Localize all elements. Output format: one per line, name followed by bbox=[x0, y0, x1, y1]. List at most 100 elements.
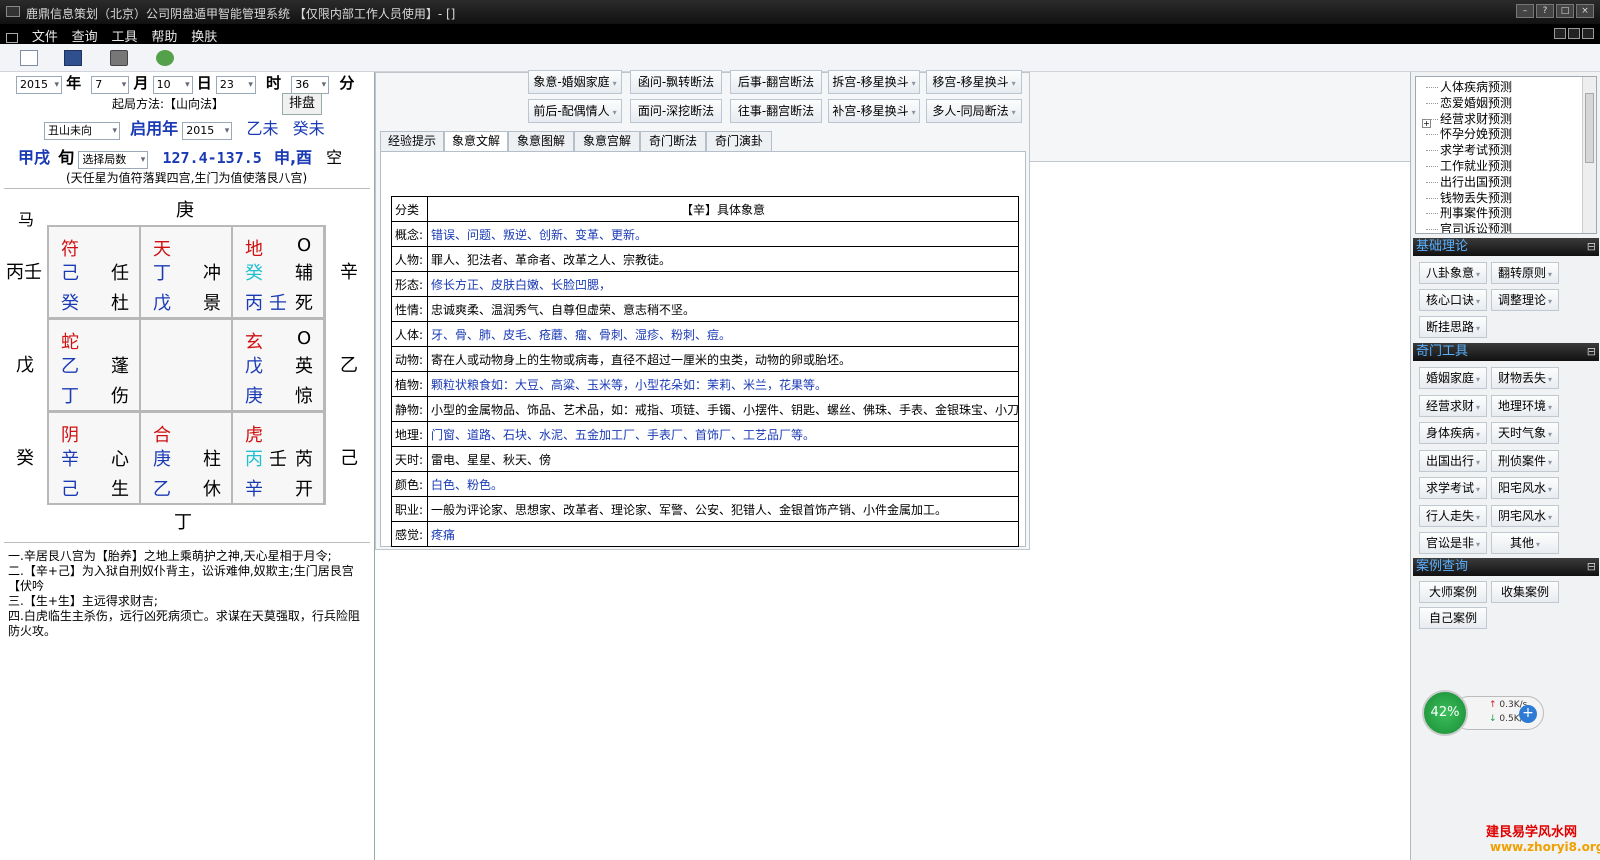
btn-core-formula[interactable]: 核心口诀 bbox=[1419, 289, 1487, 311]
btn-adjust-theory[interactable]: 调整理论 bbox=[1491, 289, 1559, 311]
palace-kun-2[interactable]: 地 O 癸 辅 丙 壬 死 bbox=[233, 227, 323, 317]
tree-item[interactable]: 求学考试预测 bbox=[1440, 142, 1512, 158]
arrange-button[interactable]: 排盘 bbox=[282, 93, 322, 115]
mdi-minimize-icon[interactable] bbox=[1554, 28, 1566, 39]
tool-button[interactable]: 行人走失 bbox=[1419, 504, 1487, 527]
btn-after-method[interactable]: 后事-翻宫断法 bbox=[730, 70, 822, 94]
tool-button[interactable]: 刑侦案件 bbox=[1491, 449, 1559, 472]
qiyong-year-select[interactable]: 2015 bbox=[182, 121, 233, 140]
tool-button[interactable]: 其他 bbox=[1491, 532, 1559, 554]
tab-qimen-hexagram[interactable]: 奇门演卦 bbox=[706, 131, 772, 151]
tree-item[interactable]: 人体疾病预测 bbox=[1440, 79, 1512, 95]
palace-center-5[interactable] bbox=[141, 320, 231, 410]
btn-fill-palace[interactable]: 补宫-移星换斗 bbox=[828, 99, 920, 123]
save-icon[interactable] bbox=[64, 50, 82, 66]
menu-file[interactable]: 文件 bbox=[32, 26, 58, 45]
boost-plus-icon[interactable]: + bbox=[1519, 705, 1537, 723]
tree-item[interactable]: 工作就业预测 bbox=[1440, 158, 1512, 174]
mountain-select[interactable]: 丑山未向 bbox=[44, 121, 120, 140]
mdi-close-icon[interactable] bbox=[1582, 28, 1594, 39]
tree-item[interactable]: 恋爱婚姻预测 bbox=[1440, 95, 1512, 111]
btn-letter-method[interactable]: 函问-飘转断法 bbox=[630, 70, 722, 94]
tab-qimen-method[interactable]: 奇门断法 bbox=[640, 131, 706, 151]
btn-bagua-symbol[interactable]: 八卦象意 bbox=[1419, 262, 1487, 284]
palace-stem-earth: 丙 bbox=[245, 293, 263, 314]
tool-button[interactable]: 阳宅风水 bbox=[1491, 477, 1559, 499]
btn-split-palace[interactable]: 拆宫-移星换斗 bbox=[828, 70, 920, 94]
palace-li-9[interactable]: 天 丁 冲 戊 景 bbox=[141, 227, 231, 317]
tree-item[interactable]: 经营求财预测 bbox=[1440, 111, 1512, 127]
btn-master-cases[interactable]: 大师案例 bbox=[1419, 581, 1487, 603]
palace-dui-7[interactable]: 玄 O 戊 英 庚 惊 bbox=[233, 320, 323, 410]
year-select[interactable]: 2015 bbox=[16, 75, 62, 94]
palace-qian-6[interactable]: 虎 丙 壬 芮 辛 开 bbox=[233, 413, 323, 503]
btn-flip-principle[interactable]: 翻转原则 bbox=[1491, 262, 1559, 284]
row-category: 动物: bbox=[391, 346, 428, 372]
tool-button[interactable]: 官讼是非 bbox=[1419, 532, 1487, 554]
section-case-query[interactable]: 案例查询 bbox=[1413, 558, 1599, 576]
tool-button[interactable]: 出国出行 bbox=[1419, 449, 1487, 472]
menu-tools[interactable]: 工具 bbox=[112, 26, 138, 45]
minimize-icon[interactable]: – bbox=[1516, 4, 1534, 18]
btn-spouse-lover[interactable]: 前后-配偶情人 bbox=[528, 99, 622, 123]
tool-button[interactable]: 经营求财 bbox=[1419, 394, 1487, 417]
document-menu-icon[interactable] bbox=[6, 32, 18, 43]
btn-past-method[interactable]: 往事-翻宫断法 bbox=[730, 99, 822, 123]
tree-item[interactable]: 刑事案件预测 bbox=[1440, 205, 1512, 221]
tool-button[interactable]: 天时气象 bbox=[1491, 422, 1559, 444]
print-icon[interactable] bbox=[110, 50, 128, 66]
tab-experience[interactable]: 经验提示 bbox=[380, 131, 444, 151]
month-select[interactable]: 7 bbox=[91, 75, 130, 94]
network-monitor[interactable]: ↑ 0.3K/s ↓ 0.5K/s + 42% bbox=[1422, 690, 1544, 736]
palace-kan-1[interactable]: 合 庚 柱 乙 休 bbox=[141, 413, 231, 503]
tree-item[interactable]: 出行出国预测 bbox=[1440, 174, 1512, 190]
tool-button[interactable]: 地理环境 bbox=[1491, 394, 1559, 417]
tool-button[interactable]: 财物丢失 bbox=[1491, 367, 1559, 389]
mdi-restore-icon[interactable] bbox=[1568, 28, 1580, 39]
btn-multi-person[interactable]: 多人-同局断法 bbox=[926, 99, 1022, 123]
tab-symbol-palace[interactable]: 象意宫解 bbox=[574, 131, 640, 151]
memory-usage-ring[interactable]: 42% bbox=[1422, 690, 1468, 736]
tree-item[interactable]: 官司诉讼预测 bbox=[1440, 221, 1512, 233]
section-basic-theory[interactable]: 基础理论 bbox=[1413, 238, 1599, 256]
direction-left-bot: 癸 bbox=[16, 448, 34, 469]
app-icon[interactable] bbox=[6, 6, 20, 17]
palace-zhen-3[interactable]: 蛇 乙 蓬 丁 伤 bbox=[49, 320, 139, 410]
palace-xun-4[interactable]: 符 己 任 癸 杜 bbox=[49, 227, 139, 317]
tool-button[interactable]: 求学考试 bbox=[1419, 477, 1487, 499]
menu-help[interactable]: 帮助 bbox=[151, 26, 177, 45]
tree-scrollbar[interactable] bbox=[1582, 77, 1596, 233]
ju-select[interactable]: 选择局数 bbox=[78, 150, 149, 169]
table-row: 性情: 忠诚爽柔、温润秀气、自尊但虚荣、意志稍不坚。 bbox=[391, 296, 1019, 322]
section-qimen-tools[interactable]: 奇门工具 bbox=[1413, 343, 1599, 361]
new-file-icon[interactable] bbox=[20, 50, 38, 66]
btn-reading-approach[interactable]: 断挂思路 bbox=[1419, 316, 1487, 338]
tool-button[interactable]: 婚姻家庭 bbox=[1419, 367, 1487, 389]
btn-face-method[interactable]: 面问-深挖断法 bbox=[630, 99, 722, 123]
tab-symbol-image[interactable]: 象意图解 bbox=[508, 131, 574, 151]
tool-button[interactable]: 阴宅风水 bbox=[1491, 504, 1559, 527]
menu-bar: 文件 查询 工具 帮助 换肤 bbox=[0, 24, 1600, 45]
maximize-icon[interactable]: □ bbox=[1556, 4, 1574, 18]
tree-connector bbox=[1426, 118, 1438, 120]
tree-item[interactable]: 钱物丢失预测 bbox=[1440, 190, 1512, 206]
btn-move-palace[interactable]: 移宫-移星换斗 bbox=[926, 70, 1022, 94]
palace-stem-earth: 辛 bbox=[245, 479, 263, 500]
close-icon[interactable]: × bbox=[1576, 4, 1594, 18]
btn-symbol-marriage[interactable]: 象意-婚姻家庭 bbox=[528, 70, 622, 94]
plugin-icon[interactable] bbox=[156, 50, 174, 66]
hour-select[interactable]: 23 bbox=[215, 75, 256, 94]
menu-query[interactable]: 查询 bbox=[72, 26, 98, 45]
tool-button[interactable]: 身体疾病 bbox=[1419, 422, 1487, 444]
help-icon[interactable]: ? bbox=[1536, 4, 1554, 18]
tab-symbol-text[interactable]: 象意文解 bbox=[444, 131, 508, 152]
btn-collected-cases[interactable]: 收集案例 bbox=[1491, 581, 1559, 603]
tree-item[interactable]: 怀孕分娩预测 bbox=[1440, 126, 1512, 142]
minute-select[interactable]: 36 bbox=[291, 75, 330, 94]
expand-icon[interactable]: + bbox=[1422, 119, 1431, 128]
menu-skin[interactable]: 换肤 bbox=[191, 26, 217, 45]
day-select[interactable]: 10 bbox=[152, 75, 193, 94]
scroll-thumb[interactable] bbox=[1585, 93, 1594, 163]
btn-own-cases[interactable]: 自己案例 bbox=[1419, 607, 1487, 629]
palace-gen-8[interactable]: 阴 辛 心 己 生 bbox=[49, 413, 139, 503]
